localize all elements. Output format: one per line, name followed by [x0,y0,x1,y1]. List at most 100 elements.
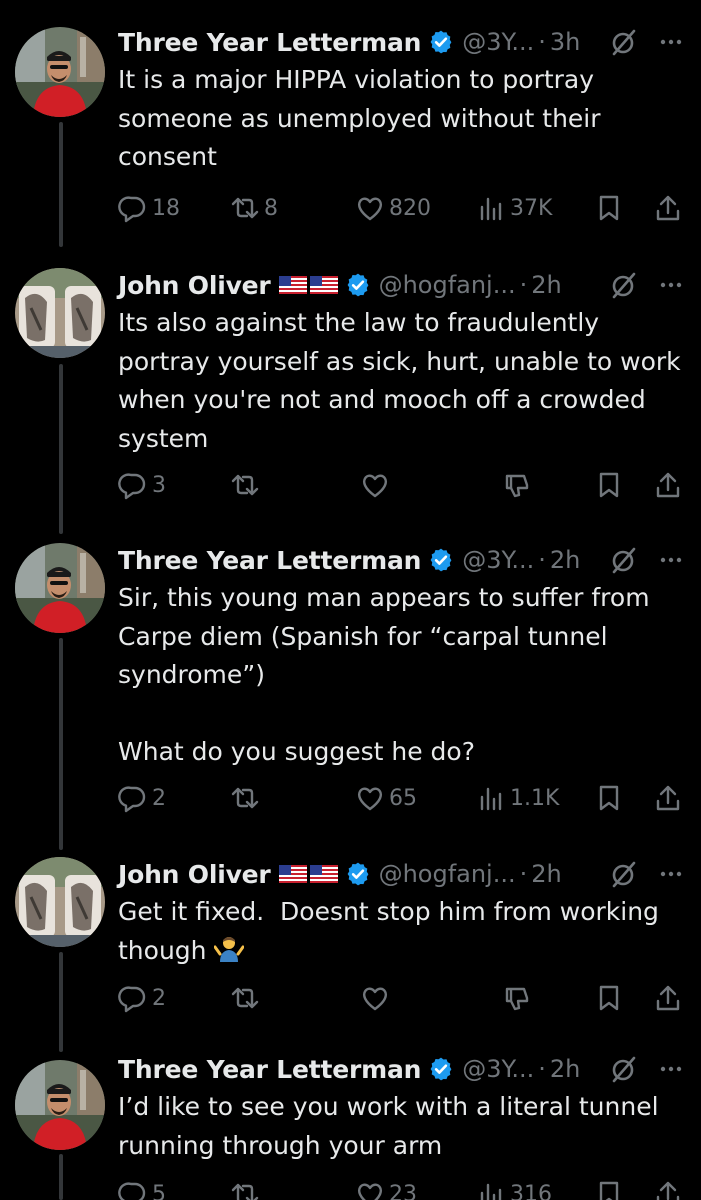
timestamp[interactable]: 3h [550,28,580,56]
us-flag-icon [310,865,338,883]
verified-badge-icon [345,861,371,887]
grok-icon[interactable] [609,1054,639,1084]
avatar[interactable] [15,268,105,358]
downvote-button[interactable] [502,468,532,502]
bookmark-icon [594,193,624,223]
downvote-icon [502,983,532,1013]
avatar[interactable] [15,857,105,947]
bookmark-button[interactable] [594,468,624,502]
reply-count: 3 [152,472,166,498]
reply-button[interactable]: 2 [118,981,166,1015]
flags [279,276,338,294]
bookmark-icon [594,1179,624,1200]
verified-badge-icon [428,29,454,55]
author-name[interactable]: Three Year Letterman [118,1055,421,1084]
reply-button[interactable]: 2 [118,781,166,815]
author-name[interactable]: John Oliver [118,860,271,889]
author-name[interactable]: Three Year Letterman [118,28,421,57]
bookmark-button[interactable] [594,1177,624,1200]
avatar[interactable] [15,27,105,117]
retweet-button[interactable]: 8 [230,191,278,225]
grok-icon[interactable] [609,859,639,889]
separator-dot: · [538,546,546,574]
more-options-icon[interactable] [656,270,686,300]
retweet-button[interactable] [230,468,260,502]
author-handle[interactable]: @hogfanj... [379,860,516,888]
retweet-count: 8 [264,195,278,221]
tweet-text: Get it fixed. Doesnt stop him from worki… [118,893,688,970]
tweet[interactable]: Three Year Letterman @3Y... · 2h I’d lik… [0,1045,701,1200]
author-handle[interactable]: @3Y... [462,546,534,574]
views-button[interactable]: 316 [476,1177,552,1200]
more-options-icon[interactable] [656,1054,686,1084]
tweet[interactable]: Three Year Letterman @3Y... · 3h It is a… [0,0,701,247]
bookmark-button[interactable] [594,981,624,1015]
reply-icon [118,983,148,1013]
like-button[interactable] [360,981,390,1015]
separator-dot: · [519,860,528,888]
bookmark-button[interactable] [594,191,624,225]
view-count: 37K [510,195,553,221]
author-name[interactable]: John Oliver [118,271,271,300]
avatar[interactable] [15,1060,105,1150]
avatar[interactable] [15,543,105,633]
more-options-icon[interactable] [656,859,686,889]
us-flag-icon [279,276,307,294]
retweet-icon [230,1179,260,1200]
heart-icon [360,470,390,500]
like-button[interactable]: 65 [355,781,417,815]
verified-badge-icon [428,547,454,573]
timestamp[interactable]: 2h [550,1055,580,1083]
action-bar: 18 8 820 37K [118,191,688,225]
views-button[interactable]: 1.1K [476,781,559,815]
heart-icon [355,783,385,813]
like-count: 65 [389,785,417,811]
reply-button[interactable]: 5 [118,1177,166,1200]
flags [279,865,338,883]
timestamp[interactable]: 2h [550,546,580,574]
share-button[interactable] [653,191,683,225]
share-button[interactable] [653,468,683,502]
tweet[interactable]: John Oliver @hogfanj... · 2h Get it fixe… [0,832,701,1034]
retweet-button[interactable] [230,781,260,815]
share-button[interactable] [653,1177,683,1200]
heart-icon [355,193,385,223]
share-button[interactable] [653,981,683,1015]
tweet-text: I’d like to see you work with a literal … [118,1092,667,1160]
views-icon [476,783,506,813]
tweet[interactable]: Three Year Letterman @3Y... · 2h Sir, th… [0,518,701,832]
author-handle[interactable]: @3Y... [462,1055,534,1083]
reply-button[interactable]: 3 [118,468,166,502]
reply-button[interactable]: 18 [118,191,180,225]
author-handle[interactable]: @hogfanj... [379,271,516,299]
share-button[interactable] [653,781,683,815]
more-options-icon[interactable] [656,545,686,575]
tweet[interactable]: John Oliver @hogfanj... · 2h Its also ag… [0,243,701,520]
like-button[interactable]: 820 [355,191,431,225]
like-button[interactable]: 23 [355,1177,417,1200]
more-options-icon[interactable] [656,27,686,57]
grok-icon[interactable] [609,545,639,575]
heart-icon [360,983,390,1013]
reply-icon [118,193,148,223]
timestamp[interactable]: 2h [531,271,561,299]
views-button[interactable]: 37K [476,191,552,225]
downvote-button[interactable] [502,981,532,1015]
like-button[interactable] [360,468,390,502]
grok-icon[interactable] [609,270,639,300]
reply-count: 2 [152,785,166,811]
reply-icon [118,1179,148,1200]
share-icon [653,783,683,813]
retweet-button[interactable] [230,981,260,1015]
separator-dot: · [538,1055,546,1083]
author-name[interactable]: Three Year Letterman [118,546,421,575]
bookmark-button[interactable] [594,781,624,815]
verified-badge-icon [345,272,371,298]
timestamp[interactable]: 2h [531,860,561,888]
author-handle[interactable]: @3Y... [462,28,534,56]
action-bar: 5 23 316 [118,1177,688,1200]
retweet-icon [230,193,260,223]
grok-icon[interactable] [609,27,639,57]
share-icon [653,983,683,1013]
retweet-button[interactable] [230,1177,260,1200]
